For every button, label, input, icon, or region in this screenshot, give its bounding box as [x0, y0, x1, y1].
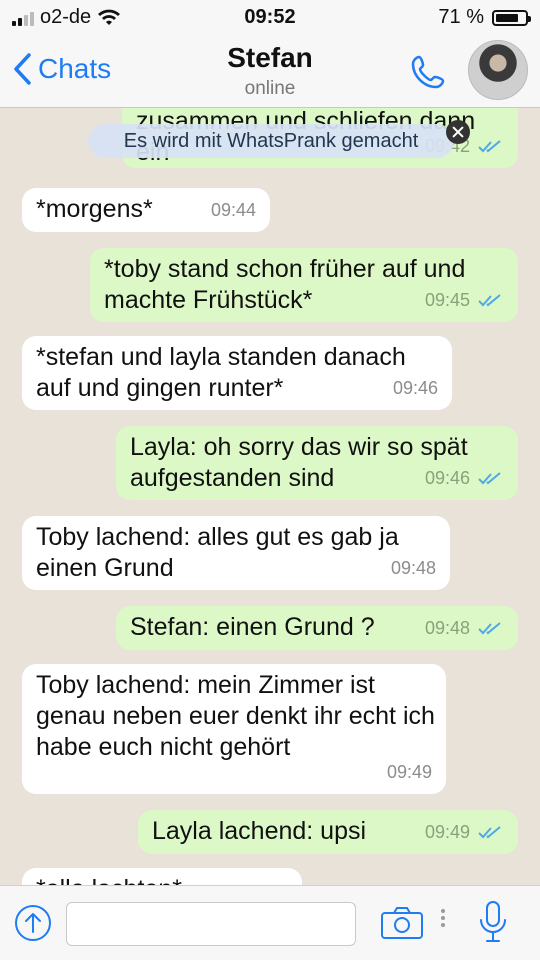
message-bubble-outgoing[interactable]: *toby stand schon früher auf und machte …	[90, 248, 518, 322]
message-time: 09:48	[424, 618, 470, 638]
message-meta: 09:44	[211, 195, 256, 226]
battery-group: 71 %	[438, 6, 531, 29]
message-text: *stefan und layla standen danach auf und…	[36, 343, 406, 402]
message-time: 09:45	[424, 290, 470, 310]
message-text: *alle lachten*	[36, 874, 288, 885]
camera-icon	[381, 907, 423, 939]
message-meta: 09:46	[393, 373, 438, 404]
message-meta: 09:46	[425, 463, 504, 494]
status-bar: o2-de 09:52 71 %	[0, 0, 540, 36]
read-receipt-icon	[478, 621, 501, 634]
read-receipt-icon	[478, 293, 501, 306]
message-time: 09:46	[424, 468, 470, 488]
message-bubble-incoming[interactable]: *stefan und layla standen danach auf und…	[22, 336, 452, 410]
message-input[interactable]	[66, 902, 356, 946]
message-time: 09:49	[424, 822, 470, 842]
message-bubble-outgoing[interactable]: Stefan: einen Grund ? 09:48	[116, 606, 518, 650]
message-meta: 09:49	[425, 817, 504, 848]
chat-header: Chats Stefan online	[0, 36, 540, 108]
call-button[interactable]	[408, 52, 448, 97]
read-receipt-icon	[478, 139, 501, 152]
contact-name[interactable]: Stefan	[0, 42, 540, 74]
battery-percent: 71 %	[438, 6, 484, 28]
microphone-button[interactable]	[478, 900, 508, 949]
message-meta: 09:48	[391, 553, 436, 584]
message-time: 09:49	[386, 762, 432, 782]
watermark-banner: Es wird mit WhatsPrank gemacht	[88, 124, 454, 158]
message-bubble-incoming[interactable]: *alle lachten*	[22, 868, 302, 885]
message-bubble-outgoing[interactable]: Layla lachend: upsi 09:49	[138, 810, 518, 854]
read-receipt-icon	[478, 471, 501, 484]
message-text: Toby lachend: mein Zimmer ist genau nebe…	[36, 671, 435, 761]
read-receipt-icon	[478, 825, 501, 838]
more-icon[interactable]	[440, 906, 446, 936]
message-meta: 09:49	[387, 757, 432, 788]
message-meta: 09:45	[425, 285, 504, 316]
message-meta: 09:48	[425, 613, 504, 644]
upload-arrow-icon	[15, 905, 51, 941]
message-list[interactable]: zusammen und schliefen dann ein 09:42 *m…	[0, 108, 540, 885]
message-bubble-incoming[interactable]: Toby lachend: mein Zimmer ist genau nebe…	[22, 664, 446, 794]
microphone-icon	[480, 901, 506, 942]
message-bubble-incoming[interactable]: Toby lachend: alles gut es gab ja einen …	[22, 516, 450, 590]
phone-icon	[411, 55, 445, 89]
message-time: 09:46	[392, 378, 438, 398]
contact-avatar[interactable]	[468, 40, 528, 100]
battery-icon	[492, 9, 531, 26]
message-text: Toby lachend: alles gut es gab ja einen …	[36, 523, 399, 582]
attach-button[interactable]	[14, 904, 52, 947]
camera-button[interactable]	[380, 906, 424, 945]
message-time: 09:48	[390, 558, 436, 578]
message-time: 09:44	[210, 200, 256, 220]
close-icon[interactable]	[446, 120, 470, 144]
message-bubble-incoming[interactable]: *morgens* 09:44	[22, 188, 270, 232]
composer-bar	[0, 885, 540, 960]
message-bubble-outgoing[interactable]: Layla: oh sorry das wir so spät aufgesta…	[116, 426, 518, 500]
contact-status: online	[244, 78, 296, 99]
